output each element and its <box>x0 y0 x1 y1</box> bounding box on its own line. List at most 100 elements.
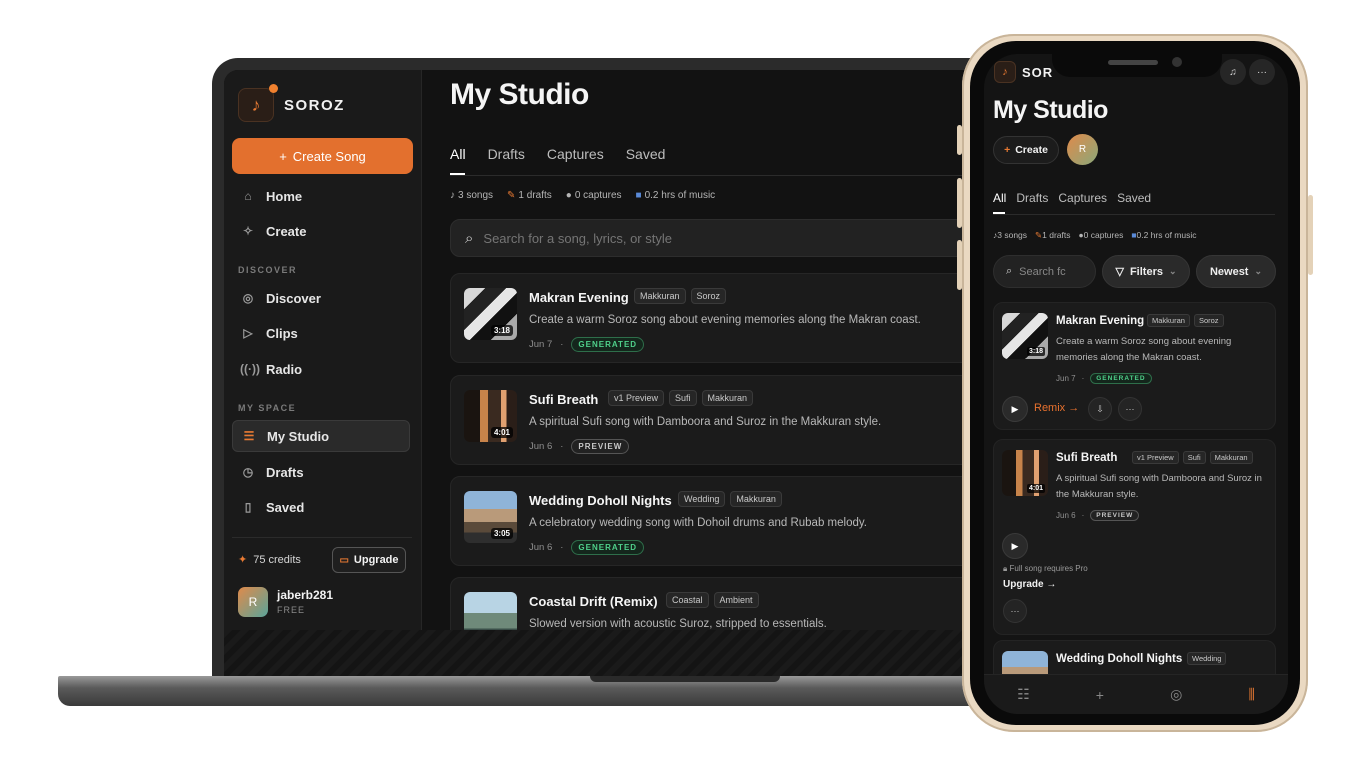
music-note-logo-icon[interactable]: ♪ <box>238 88 274 122</box>
sidebar-item-radio[interactable]: ((·)) Radio <box>232 353 410 385</box>
song-description: Slowed version with acoustic Suroz, stri… <box>529 618 827 630</box>
song-title[interactable]: Makran Evening <box>1056 315 1144 327</box>
play-button[interactable]: ▶ <box>1002 533 1028 559</box>
song-card[interactable]: 4:01 Sufi Breath v1 Preview Sufi Makkura… <box>993 439 1276 635</box>
song-description: Create a warm Soroz song about evening m… <box>529 314 921 326</box>
song-card[interactable]: 3:05 Wedding Doholl Nights Wedding Makku… <box>450 476 994 566</box>
song-title[interactable]: Sufi Breath <box>529 392 598 407</box>
tab-all[interactable]: All <box>450 146 466 162</box>
tag: Makkuran <box>1209 451 1253 464</box>
song-card[interactable]: 3:18 Makran Evening Makkuran Soroz Creat… <box>450 273 994 363</box>
more-icon: ··· <box>1125 404 1135 414</box>
compass-nav-icon[interactable]: ◎ <box>1170 686 1182 703</box>
separator-dot: · <box>560 542 564 553</box>
tag: Ambient <box>713 592 759 608</box>
laptop-base <box>58 676 1038 706</box>
more-icon[interactable]: ··· <box>1249 59 1275 85</box>
search-input[interactable] <box>483 230 904 246</box>
chevron-down-icon: ⌄ <box>1168 266 1177 276</box>
sidebar-item-discover[interactable]: ◎ Discover <box>232 282 410 314</box>
tab-saved[interactable]: Saved <box>1117 191 1151 205</box>
music-note-logo-icon[interactable]: ♪ <box>994 61 1016 83</box>
tab-captures[interactable]: Captures <box>547 146 604 162</box>
upgrade-link[interactable]: Upgrade → <box>1003 579 1056 590</box>
song-title[interactable]: Makran Evening <box>529 290 629 305</box>
song-date: Jun 6 <box>1056 511 1076 520</box>
section-my-space: MY SPACE <box>238 403 297 413</box>
song-tags: Wedding Makkuran <box>678 491 782 507</box>
song-thumbnail[interactable] <box>464 592 517 630</box>
studio-nav-icon[interactable]: ☷ <box>1017 686 1030 703</box>
tab-saved[interactable]: Saved <box>626 146 666 162</box>
avatar[interactable]: R <box>1067 134 1098 165</box>
stat-songs: ♪3 songs <box>450 190 493 201</box>
sidebar-item-label: Home <box>266 188 303 204</box>
filters-button[interactable]: ▽ Filters ⌄ <box>1102 255 1190 288</box>
filters-label: Filters <box>1129 265 1163 278</box>
tag: Sufi <box>1182 451 1206 464</box>
stat-drafts: ✎1 drafts <box>1035 230 1070 241</box>
sort-dropdown[interactable]: Newest ⌄ <box>1196 255 1276 288</box>
sidebar-item-create[interactable]: ✧ Create <box>232 215 410 247</box>
sidebar-item-clips[interactable]: ▷ Clips <box>232 317 410 349</box>
more-options-button[interactable]: ··· <box>1003 599 1027 623</box>
song-title[interactable]: Sufi Breath <box>1056 452 1117 464</box>
pencil-icon: ✎ <box>507 190 516 201</box>
sidebar-item-home[interactable]: ⌂ Home <box>232 180 410 212</box>
sidebar-item-my-studio[interactable]: ☰ My Studio <box>232 420 410 452</box>
play-button[interactable]: ▶ <box>1002 396 1028 422</box>
bell-icon[interactable]: ♫ <box>1220 59 1246 85</box>
song-thumbnail[interactable]: 4:01 <box>464 390 517 442</box>
chevron-down-icon: ⌄ <box>1254 266 1263 276</box>
song-thumbnail[interactable]: 3:18 <box>1002 313 1048 359</box>
sidebar-item-label: My Studio <box>267 428 330 444</box>
song-tags: v1 Preview Sufi Makkuran <box>1132 451 1253 464</box>
stat-value: 1 drafts <box>1042 230 1071 240</box>
separator-dot: · <box>1081 511 1085 520</box>
sidebar-item-drafts[interactable]: ◷ Drafts <box>232 456 410 488</box>
tab-captures[interactable]: Captures <box>1058 191 1107 205</box>
create-song-button[interactable]: + Create Song <box>232 138 413 174</box>
duration-label: 3:18 <box>490 325 513 336</box>
song-title[interactable]: Wedding Doholl Nights <box>529 493 672 508</box>
upgrade-button[interactable]: ▭ Upgrade <box>332 547 406 573</box>
search-bar[interactable]: ⌕ <box>450 219 994 257</box>
plus-nav-icon[interactable]: + <box>1096 687 1104 703</box>
stat-value: 3 songs <box>997 230 1028 240</box>
radio-icon: ((·)) <box>240 362 260 376</box>
tag: Makkuran <box>730 491 782 507</box>
section-discover: DISCOVER <box>238 265 298 275</box>
song-thumbnail[interactable]: 3:05 <box>464 491 517 543</box>
download-icon: ⇩ <box>1096 403 1104 414</box>
song-card[interactable]: 4:01 Sufi Breath v1 Preview Sufi Makkura… <box>450 375 994 465</box>
tab-drafts[interactable]: Drafts <box>1016 191 1048 205</box>
download-button[interactable]: ⇩ <box>1088 397 1112 421</box>
song-thumbnail[interactable]: 4:01 <box>1002 450 1048 496</box>
song-meta: Jun 7 · GENERATED <box>1056 373 1152 384</box>
song-card[interactable]: 3:18 Makran Evening Makkuran Soroz Creat… <box>993 302 1276 430</box>
sidebar-item-saved[interactable]: ▯ Saved <box>232 491 410 523</box>
song-tags: Makkuran Soroz <box>1147 314 1224 327</box>
search-input[interactable]: ⌕ Search fc <box>993 255 1096 288</box>
song-title[interactable]: Coastal Drift (Remix) <box>529 594 658 609</box>
library-nav-icon[interactable]: ⫼ <box>1248 686 1254 703</box>
library-stats: ♪3 songs ✎1 drafts ●0 captures ■0.2 hrs … <box>450 190 715 201</box>
clock-icon: ◷ <box>242 465 254 479</box>
remix-link[interactable]: Remix → <box>1034 402 1079 414</box>
song-description: Create a warm Soroz song about evening m… <box>1056 336 1232 363</box>
tab-drafts[interactable]: Drafts <box>488 146 525 162</box>
tab-all[interactable]: All <box>993 191 1006 205</box>
tag: Coastal <box>666 592 709 608</box>
song-title[interactable]: Wedding Doholl Nights <box>1056 653 1182 665</box>
brand-name: SOR <box>1022 65 1054 80</box>
lock-icon: 🔒︎ <box>1003 564 1008 573</box>
create-button[interactable]: + Create <box>993 136 1059 164</box>
more-options-button[interactable]: ··· <box>1118 397 1142 421</box>
song-thumbnail[interactable]: 3:18 <box>464 288 517 340</box>
status-badge: GENERATED <box>571 540 645 555</box>
separator-dot: · <box>1081 374 1085 383</box>
song-meta: Jun 6 · GENERATED <box>529 540 645 555</box>
lock-note-text: Full song requires Pro <box>1009 564 1088 573</box>
avatar[interactable]: R <box>238 587 268 617</box>
song-card[interactable]: Coastal Drift (Remix) Coastal Ambient Sl… <box>450 577 994 630</box>
